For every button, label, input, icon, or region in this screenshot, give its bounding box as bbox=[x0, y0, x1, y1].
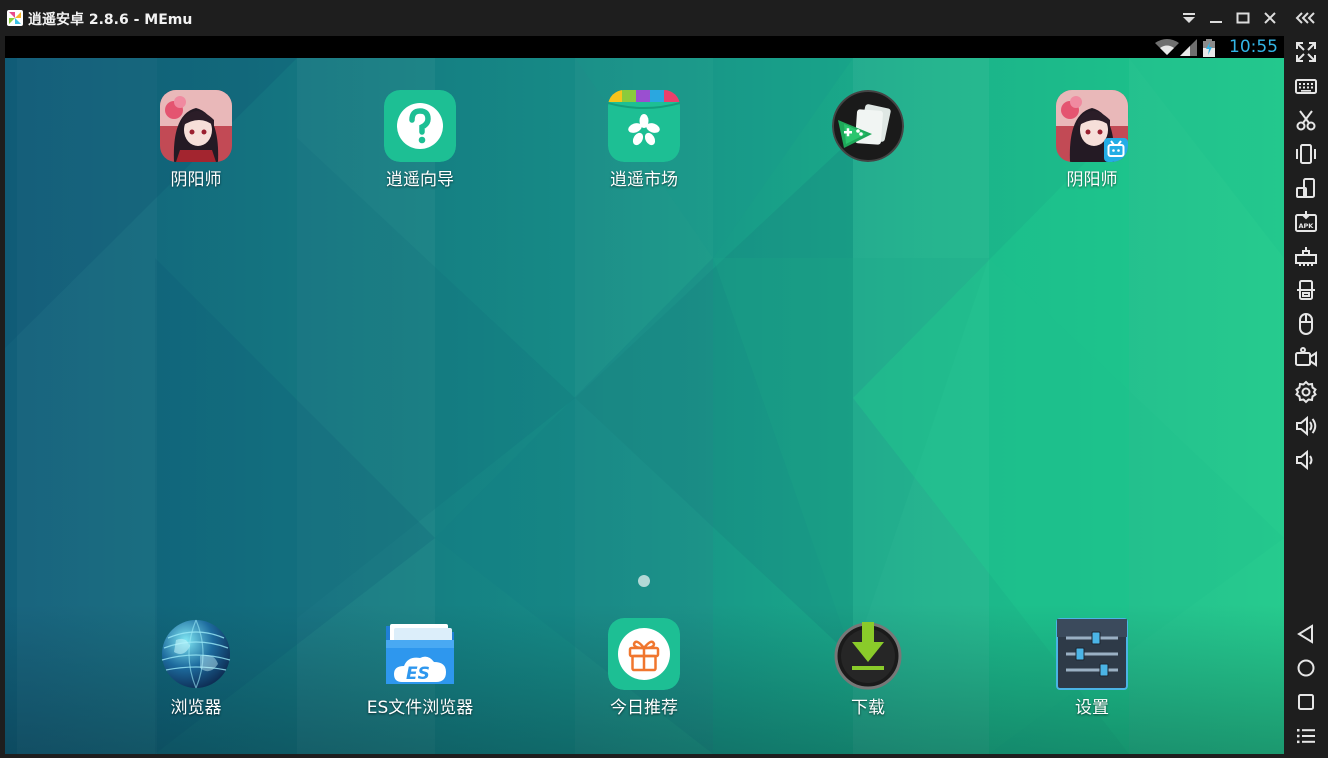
apk-install-icon[interactable]: APK bbox=[1293, 209, 1319, 235]
game-center-icon bbox=[832, 90, 904, 162]
volume-up-icon[interactable] bbox=[1293, 413, 1319, 439]
app-onmyoji-bilibili[interactable]: 阴阳师 bbox=[1022, 90, 1162, 210]
svg-text:APK: APK bbox=[1299, 222, 1315, 230]
collapse-sidebar-icon[interactable] bbox=[1295, 9, 1317, 27]
android-home-screen[interactable]: 阴阳师 逍遥向导 逍遥市场 阴阳师 浏览器 ES ES文件浏览器 今日推荐 下载… bbox=[5, 58, 1284, 754]
window-title: 逍遥安卓 2.8.6 - MEmu bbox=[28, 12, 193, 28]
app-onmyoji[interactable]: 阴阳师 bbox=[126, 90, 266, 210]
download-icon bbox=[832, 618, 904, 690]
gift-icon bbox=[608, 618, 680, 690]
android-status-bar: 10:55 bbox=[5, 36, 1284, 58]
video-record-icon[interactable] bbox=[1293, 345, 1319, 371]
shake-icon[interactable] bbox=[1293, 141, 1319, 167]
volume-down-icon[interactable] bbox=[1293, 447, 1319, 473]
memu-logo-icon bbox=[7, 10, 23, 26]
es-file-explorer-icon: ES bbox=[384, 618, 456, 690]
signal-icon bbox=[1180, 39, 1197, 56]
window-bottom-border bbox=[0, 754, 1284, 758]
page-indicator-dot[interactable] bbox=[638, 575, 650, 587]
settings-gear-icon[interactable] bbox=[1293, 379, 1319, 405]
svg-text:ES: ES bbox=[406, 664, 430, 684]
globe-browser-icon bbox=[160, 618, 232, 690]
app-es-file-explorer[interactable]: ES ES文件浏览器 bbox=[350, 618, 490, 738]
app-memu-market[interactable]: 逍遥市场 bbox=[574, 90, 714, 210]
onmyoji-bilibili-icon bbox=[1056, 90, 1128, 162]
onmyoji-icon bbox=[160, 90, 232, 162]
maximize-icon[interactable] bbox=[1234, 9, 1252, 27]
help-question-icon bbox=[384, 90, 456, 162]
recent-apps-icon[interactable] bbox=[1293, 689, 1319, 715]
window-titlebar: 逍遥安卓 2.8.6 - MEmu bbox=[0, 0, 1328, 36]
app-daily-recommend[interactable]: 今日推荐 bbox=[574, 618, 714, 738]
fullscreen-icon[interactable] bbox=[1293, 39, 1319, 65]
emulator-toolbar: APK bbox=[1284, 36, 1328, 758]
mouse-icon[interactable] bbox=[1293, 311, 1319, 337]
menu-icon[interactable] bbox=[1293, 723, 1319, 749]
settings-sliders-icon bbox=[1056, 618, 1128, 690]
keyboard-icon[interactable] bbox=[1293, 73, 1319, 99]
minimize-icon[interactable] bbox=[1207, 9, 1225, 27]
close-icon[interactable] bbox=[1261, 9, 1279, 27]
status-clock: 10:55 bbox=[1229, 37, 1278, 57]
screenshot-icon[interactable] bbox=[1293, 277, 1319, 303]
app-browser[interactable]: 浏览器 bbox=[126, 618, 266, 738]
app-download[interactable]: 下载 bbox=[798, 618, 938, 738]
network-icon[interactable] bbox=[1293, 243, 1319, 269]
dropdown-icon[interactable] bbox=[1180, 9, 1198, 27]
rotate-screen-icon[interactable] bbox=[1293, 175, 1319, 201]
back-icon[interactable] bbox=[1293, 621, 1319, 647]
battery-charging-icon bbox=[1203, 39, 1215, 57]
home-icon[interactable] bbox=[1293, 655, 1319, 681]
memu-market-icon bbox=[608, 90, 680, 162]
app-memu-guide[interactable]: 逍遥向导 bbox=[350, 90, 490, 210]
wifi-icon bbox=[1155, 39, 1179, 55]
scissors-icon[interactable] bbox=[1293, 107, 1319, 133]
app-settings[interactable]: 设置 bbox=[1022, 618, 1162, 738]
app-game-center[interactable] bbox=[798, 90, 938, 210]
